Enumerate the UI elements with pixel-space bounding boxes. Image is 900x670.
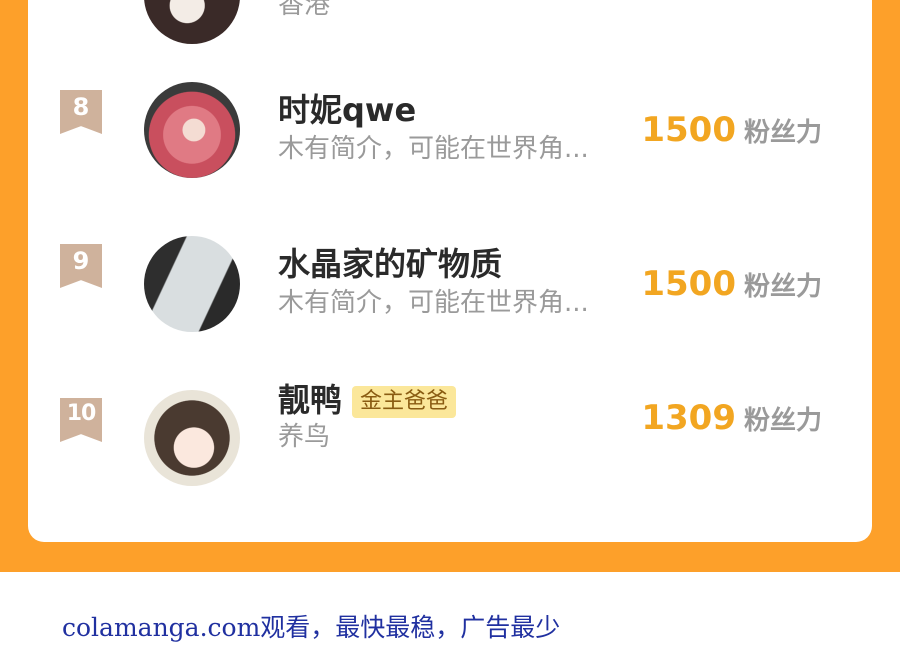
rank-ribbon-icon: 8	[60, 90, 102, 134]
fan-score-unit: 粉丝力	[743, 406, 822, 436]
fan-score-value: 1500	[641, 264, 736, 304]
ranking-row-8[interactable]: 8 时妮qwe 木有简介，可能在世界角... 1500 粉丝力	[28, 80, 872, 190]
avatar-prev[interactable]	[144, 0, 240, 44]
user-name[interactable]: 水晶家的矿物质	[278, 244, 502, 284]
fan-score: 1309 粉丝力	[641, 398, 822, 444]
rank-ribbon-icon: 10	[60, 398, 102, 442]
user-name[interactable]: 时妮qwe	[278, 90, 416, 130]
user-bio: 木有简介，可能在世界角...	[278, 288, 589, 318]
ranking-row-9[interactable]: 9 水晶家的矿物质 木有简介，可能在世界角... 1500 粉丝力	[28, 234, 872, 344]
fan-score: 1500 粉丝力	[641, 264, 822, 310]
watermark-footer: colamanga.com观看，最快最稳，广告最少	[62, 613, 561, 642]
ranking-card: 香港 8 时妮qwe 木有简介，可能在世界角... 1500 粉丝力 9 水晶家的…	[28, 0, 872, 542]
fan-score: 1500 粉丝力	[641, 110, 822, 156]
user-bio: 木有简介，可能在世界角...	[278, 134, 589, 164]
vip-tag: 金主爸爸	[352, 386, 457, 418]
user-name-text: 靓鸭	[278, 381, 343, 419]
avatar-image[interactable]	[144, 390, 240, 486]
rank-ribbon-icon: 9	[60, 244, 102, 288]
fan-score-unit: 粉丝力	[743, 272, 822, 302]
user-name[interactable]: 靓鸭 金主爸爸	[278, 380, 457, 420]
ranking-row-10[interactable]: 10 靓鸭 金主爸爸 养鸟 1309 粉丝力	[28, 381, 872, 498]
fan-score-value: 1500	[641, 110, 736, 150]
user-bio: 养鸟	[278, 422, 331, 452]
rank-number: 9	[72, 247, 90, 275]
prev-entry-bio: 香港	[278, 0, 331, 20]
avatar-image[interactable]	[144, 82, 240, 178]
rank-number: 8	[72, 93, 90, 121]
fan-score-unit: 粉丝力	[743, 118, 822, 148]
fan-score-value: 1309	[641, 398, 736, 438]
avatar-image[interactable]	[144, 236, 240, 332]
rank-number: 10	[66, 401, 97, 426]
